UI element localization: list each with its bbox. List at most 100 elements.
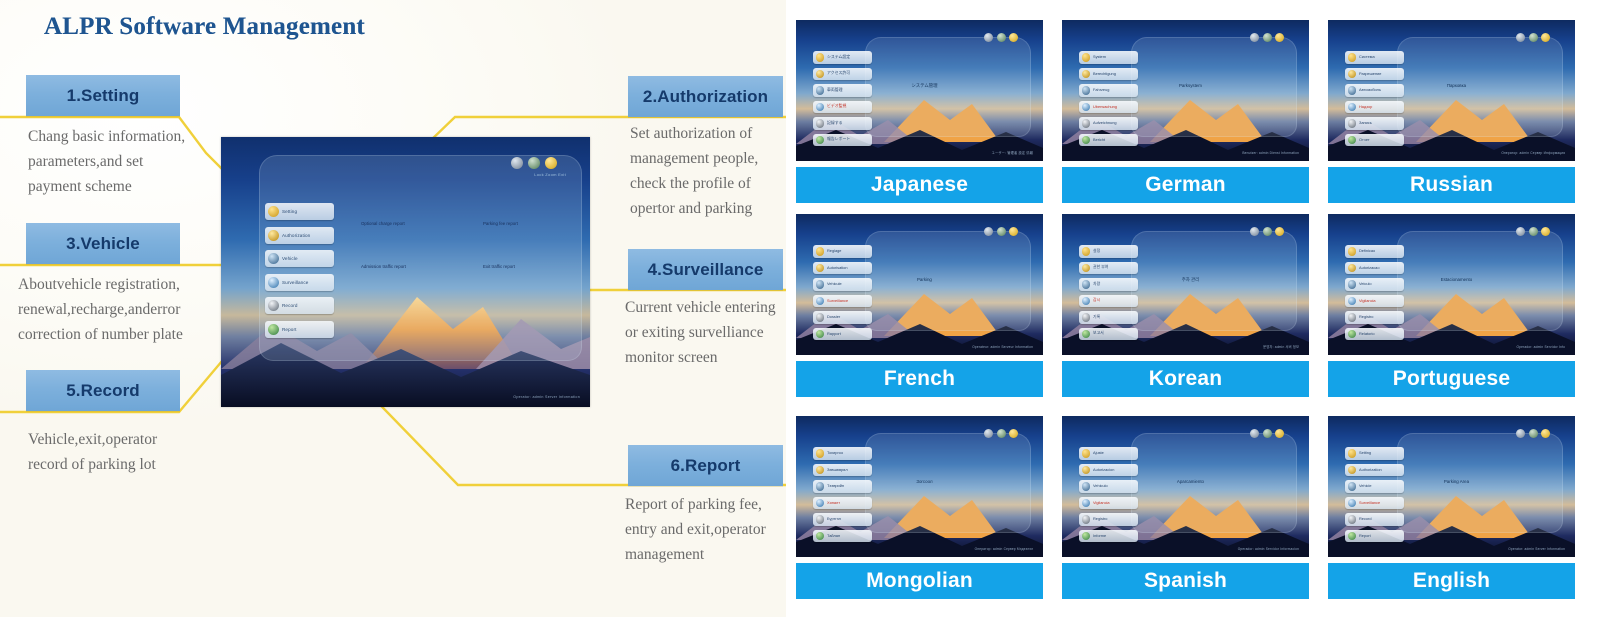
- thumb-glass-panel: [865, 432, 1031, 534]
- thumb-menu-item: Definicao: [1345, 245, 1404, 258]
- document-icon: [815, 313, 825, 322]
- screenshot-top-icons-caption: Lock Zoom Exit: [534, 172, 566, 177]
- thumb-menu-item: Хяналт: [813, 496, 872, 510]
- chart-icon: [268, 323, 279, 335]
- language-label[interactable]: Korean: [1062, 361, 1309, 397]
- thumb-center-text: Parking Area: [1443, 479, 1470, 485]
- language-label[interactable]: Mongolian: [796, 563, 1043, 599]
- thumb-menu-item: Vigilancia: [1079, 496, 1138, 510]
- language-card[interactable]: 설정 권한 부여 차량 감시 기록 보고서 주차 관리 운영자: admin 서…: [1062, 214, 1309, 408]
- exit-icon[interactable]: [545, 157, 557, 169]
- callout-heading-report[interactable]: 6.Report: [628, 445, 783, 486]
- language-thumbnail[interactable]: Definicao Autorizacao Veiculo Vigilancia…: [1328, 214, 1575, 355]
- thumb-top-icons: [1250, 428, 1285, 438]
- thumb-menu-item: Report: [1345, 529, 1404, 543]
- language-card[interactable]: Ajuste Autorizacion Vehiculo Vigilancia …: [1062, 416, 1309, 606]
- screenshot-menu-setting[interactable]: Setting: [265, 203, 334, 220]
- product-screenshot[interactable]: Lock Zoom Exit Setting Authorization Veh…: [221, 137, 590, 407]
- language-thumbnail[interactable]: Reglage Autorisation Vehicule Surveillan…: [796, 214, 1043, 355]
- language-thumbnail[interactable]: Ajuste Autorizacion Vehiculo Vigilancia …: [1062, 416, 1309, 557]
- thumb-menu-label: 설정: [1092, 248, 1100, 253]
- language-label[interactable]: Russian: [1328, 167, 1575, 203]
- callout-heading-authorization[interactable]: 2.Authorization: [628, 76, 783, 117]
- report-link[interactable]: Admission traffic report: [361, 264, 431, 269]
- screenshot-report-links: Optional charge report Parking fee repor…: [361, 221, 561, 307]
- thumb-menu-item: Ajuste: [1079, 447, 1138, 460]
- language-label[interactable]: Spanish: [1062, 563, 1309, 599]
- language-thumbnail[interactable]: Тохиргоо Зөвшөөрөл Тээврийн Хяналт Бүртг…: [796, 416, 1043, 557]
- thumb-glass-panel: [1397, 36, 1563, 138]
- thumb-menu-label: Vigilancia: [1092, 500, 1110, 505]
- screenshot-menu-vehicle[interactable]: Vehicle: [265, 250, 334, 267]
- thumb-menu-item: Informe: [1079, 529, 1138, 543]
- callout-heading-record[interactable]: 5.Record: [26, 370, 180, 411]
- language-label[interactable]: French: [796, 361, 1043, 397]
- thumb-menu-label: Vehicule: [826, 282, 842, 287]
- key-icon: [815, 69, 825, 79]
- report-link[interactable]: Parking fee report: [483, 221, 553, 226]
- language-card[interactable]: Система Разрешение Автомобиль Надзор Зап…: [1328, 20, 1575, 206]
- thumb-menu-item: Запись: [1345, 117, 1404, 130]
- document-icon: [1081, 313, 1091, 322]
- screenshot-menu-authorization[interactable]: Authorization: [265, 226, 334, 244]
- language-thumbnail[interactable]: System Berechtigung Fahrzeug Uberwachung…: [1062, 20, 1309, 161]
- zoom-icon: [996, 428, 1006, 438]
- report-link[interactable]: Exit traffic report: [483, 264, 553, 269]
- thumb-sidebar: システム設定 アクセス許可 車両管理 ビデオ監視 記録する 報告レポート: [813, 51, 872, 147]
- camera-icon: [815, 498, 825, 508]
- language-label[interactable]: Japanese: [796, 167, 1043, 203]
- callout-heading-surveillance[interactable]: 4.Surveillance: [628, 249, 783, 290]
- thumb-menu-label: Система: [1358, 55, 1375, 60]
- language-card[interactable]: Setting Authorization Vehicle Surveillan…: [1328, 416, 1575, 606]
- thumb-menu-item: 차량: [1079, 278, 1138, 291]
- language-label[interactable]: German: [1062, 167, 1309, 203]
- report-link[interactable]: Optional charge report: [361, 221, 431, 226]
- thumb-menu-item: Autorizacion: [1079, 463, 1138, 477]
- thumb-center-text: Parking: [916, 277, 932, 283]
- screenshot-menu-record[interactable]: Record: [265, 297, 334, 314]
- lock-icon[interactable]: [511, 157, 523, 169]
- thumb-menu-item: Надзор: [1345, 100, 1404, 114]
- thumb-glass-panel: [1131, 230, 1297, 332]
- thumb-center-text: 주차 관리: [1181, 277, 1200, 283]
- language-card[interactable]: System Berechtigung Fahrzeug Uberwachung…: [1062, 20, 1309, 206]
- language-thumbnail[interactable]: Setting Authorization Vehicle Surveillan…: [1328, 416, 1575, 557]
- language-thumbnail[interactable]: システム設定 アクセス許可 車両管理 ビデオ監視 記録する 報告レポート システ…: [796, 20, 1043, 161]
- language-card[interactable]: Тохиргоо Зөвшөөрөл Тээврийн Хяналт Бүртг…: [796, 416, 1043, 606]
- thumb-menu-item: Тайлан: [813, 529, 872, 543]
- thumb-menu-item: Vehiculo: [1079, 480, 1138, 493]
- thumb-menu-item: Surveillance: [1345, 496, 1404, 510]
- thumb-menu-label: Definicao: [1358, 249, 1375, 254]
- thumb-center-text: Зогсоол: [916, 479, 933, 485]
- screenshot-menu-surveillance[interactable]: Surveillance: [265, 273, 334, 291]
- thumb-sidebar: Система Разрешение Автомобиль Надзор Зап…: [1345, 51, 1404, 147]
- thumb-menu-item: 설정: [1079, 245, 1138, 258]
- thumb-menu-label: Berechtigung: [1092, 71, 1116, 76]
- zoom-icon[interactable]: [528, 157, 540, 169]
- thumb-menu-label: 報告レポート: [826, 137, 851, 142]
- thumb-glass-panel: [1397, 230, 1563, 332]
- gear-icon: [815, 53, 825, 62]
- thumb-menu-label: Разрешение: [1358, 71, 1382, 76]
- key-icon: [815, 465, 825, 475]
- language-thumbnail[interactable]: 설정 권한 부여 차량 감시 기록 보고서 주차 관리 운영자: admin 서…: [1062, 214, 1309, 355]
- language-label[interactable]: English: [1328, 563, 1575, 599]
- zoom-icon: [996, 32, 1006, 42]
- callout-desc-authorization: Set authorization of management people, …: [630, 125, 759, 217]
- thumb-top-icons: [984, 428, 1019, 438]
- language-thumbnail[interactable]: Система Разрешение Автомобиль Надзор Зап…: [1328, 20, 1575, 161]
- callout-heading-vehicle[interactable]: 3.Vehicle: [26, 223, 180, 264]
- thumb-menu-item: Authorization: [1345, 463, 1404, 477]
- camera-icon: [1081, 296, 1091, 306]
- language-card[interactable]: Reglage Autorisation Vehicule Surveillan…: [796, 214, 1043, 408]
- language-card[interactable]: システム設定 アクセス許可 車両管理 ビデオ監視 記録する 報告レポート システ…: [796, 20, 1043, 206]
- car-icon: [1081, 482, 1091, 491]
- exit-icon: [1541, 428, 1551, 438]
- thumb-menu-item: Relatorio: [1345, 327, 1404, 341]
- left-panel: ALPR Software Management Lock Zoom Exit …: [0, 0, 786, 617]
- screenshot-menu-report[interactable]: Report: [265, 320, 334, 338]
- callout-heading-setting[interactable]: 1.Setting: [26, 75, 180, 116]
- screenshot-sidebar: Setting Authorization Vehicle Surveillan…: [265, 203, 334, 338]
- language-label[interactable]: Portuguese: [1328, 361, 1575, 397]
- language-card[interactable]: Definicao Autorizacao Veiculo Vigilancia…: [1328, 214, 1575, 408]
